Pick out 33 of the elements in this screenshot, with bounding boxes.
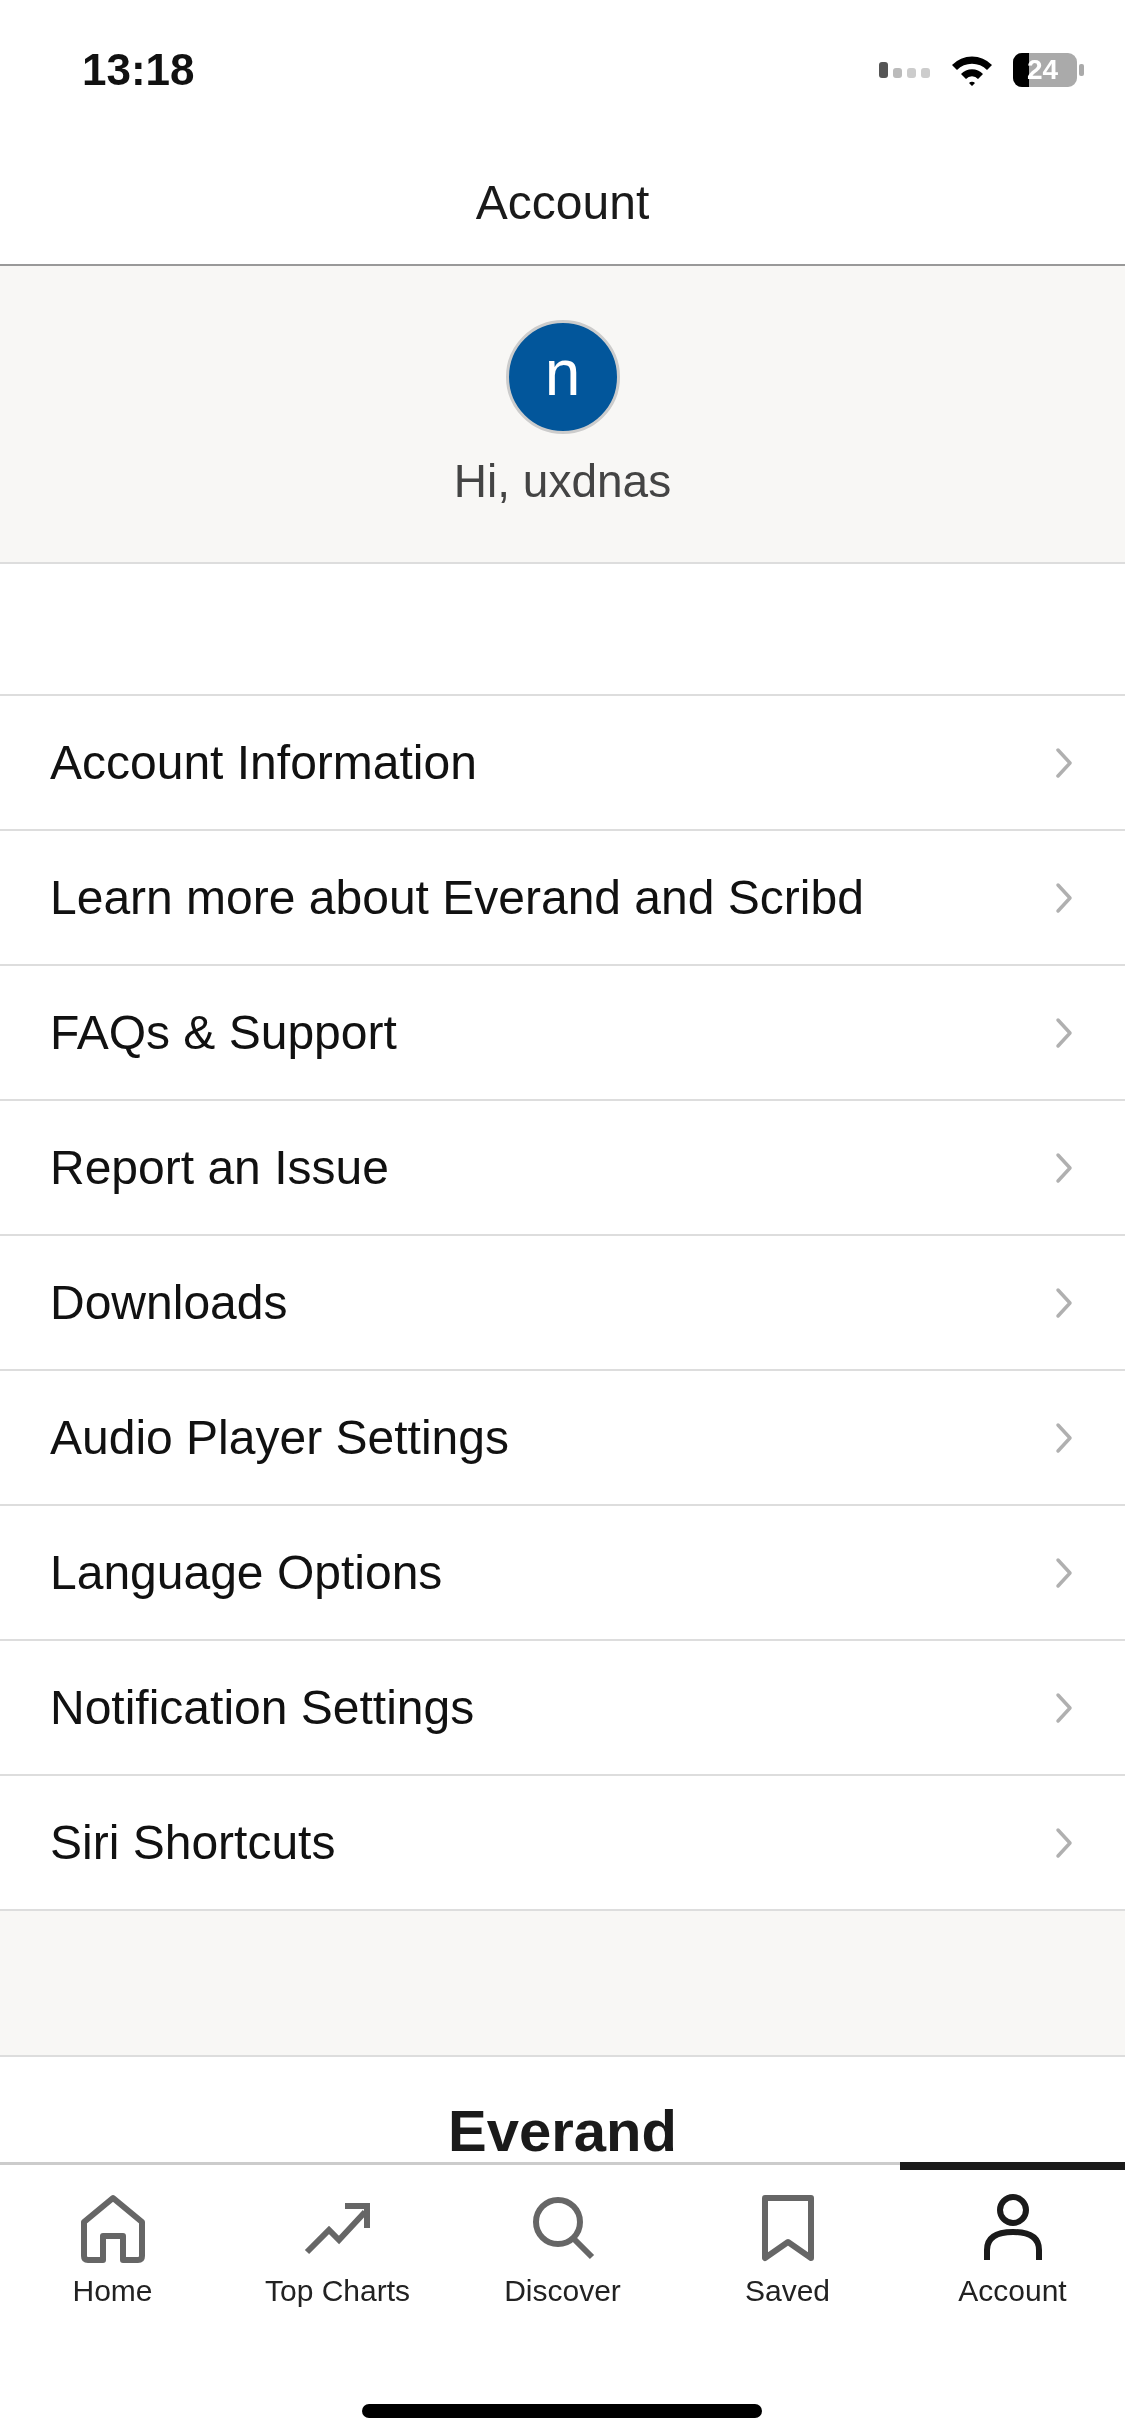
chevron-icon [1055, 1286, 1073, 1319]
tab[interactable]: Saved [675, 2162, 900, 2365]
menu-item[interactable]: Language Options [0, 1506, 1125, 1641]
tab-label: Home [72, 2274, 153, 2308]
brand-logo: Everand [448, 2102, 677, 2162]
page-title: Account [475, 174, 650, 230]
avatar: n [505, 320, 620, 434]
menu-item[interactable]: FAQs & Support [0, 966, 1125, 1101]
tab[interactable]: Home [0, 2162, 225, 2365]
tab-label: Discover [504, 2274, 621, 2308]
chevron-icon [1055, 1826, 1073, 1859]
menu-item[interactable]: Learn more about Everand and Scribd [0, 831, 1125, 966]
tab-label: Top Charts [264, 2274, 411, 2308]
menu-item[interactable]: Report an Issue [0, 1101, 1125, 1236]
tab[interactable]: Discover [450, 2162, 675, 2365]
chevron-icon [1055, 881, 1073, 914]
greeting-text: Hi, uxdnas [453, 454, 672, 508]
menu-item[interactable]: Audio Player Settings [0, 1371, 1125, 1506]
tab[interactable]: Account [900, 2162, 1125, 2365]
tab-label: Saved [744, 2274, 831, 2308]
status-time: 13:18 [82, 45, 195, 95]
chevron-icon [1055, 1151, 1073, 1184]
menu-item[interactable]: Account Information [0, 696, 1125, 831]
chevron-icon [1055, 1421, 1073, 1454]
chevron-icon [1055, 1691, 1073, 1724]
menu-item[interactable]: Notification Settings [0, 1641, 1125, 1776]
signal-icon [879, 60, 931, 80]
tab-label: Account [958, 2274, 1067, 2308]
chevron-icon [1055, 1556, 1073, 1589]
tab[interactable]: Top Charts [225, 2162, 450, 2365]
chevron-icon [1055, 1016, 1073, 1049]
menu-item[interactable]: Downloads [0, 1236, 1125, 1371]
chevron-icon [1055, 746, 1073, 779]
